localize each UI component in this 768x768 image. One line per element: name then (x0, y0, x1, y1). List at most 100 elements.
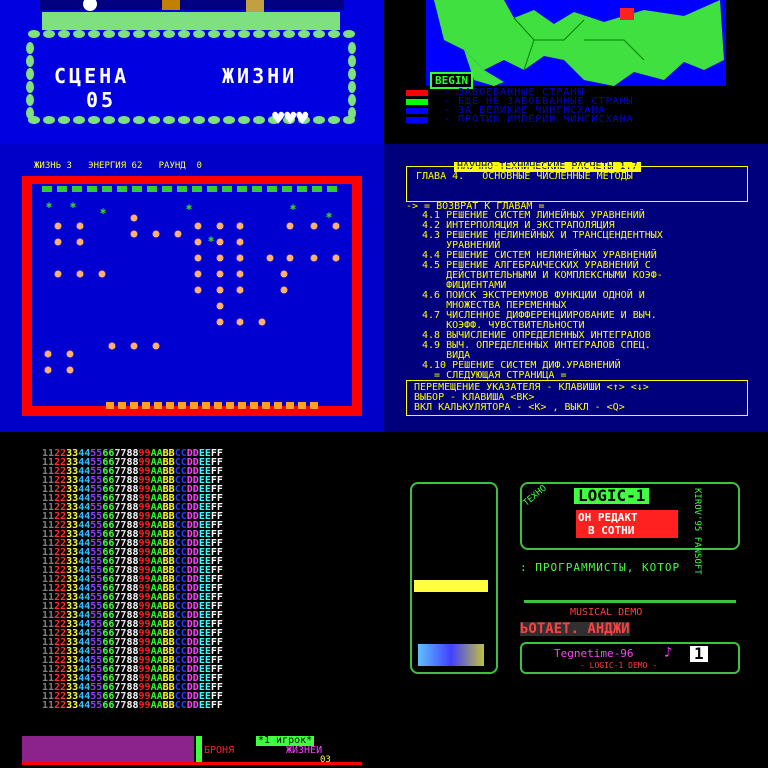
chain-link (26, 94, 34, 106)
brick (207, 186, 217, 192)
chain-link (133, 30, 145, 38)
lives-label: ЖИЗНИ (222, 64, 298, 88)
brick (57, 186, 67, 192)
test-row: 112233445566778899AABBCCDDEEFF (42, 646, 223, 657)
paddle-block (238, 402, 246, 409)
chain-link (348, 55, 356, 67)
plant-sprite: ✱ (46, 200, 52, 211)
chain-link (133, 116, 145, 124)
side-text: KIROV'95 FANSOFT (692, 488, 702, 575)
enemy-sprite (236, 222, 244, 230)
playfield: ✱ ✱ ✱ ✱ ✱ ✱ ✱ (22, 176, 362, 416)
test-row: 112233445566778899AABBCCDDEEFF (42, 448, 223, 459)
enemy-sprite (236, 270, 244, 278)
brick (102, 186, 112, 192)
chain-link (313, 116, 325, 124)
enemy-sprite (216, 318, 224, 326)
demo-panel: ТЕХНО LOGIC-1 ОН РЕДАКТ В СОТНИ KIROV'95… (384, 432, 768, 768)
test-row: 112233445566778899AABBCCDDEEFF (42, 565, 223, 576)
divider (196, 736, 202, 762)
chain-link (348, 68, 356, 80)
enemy-sprite (258, 318, 266, 326)
test-row: 112233445566778899AABBCCDDEEFF (42, 556, 223, 567)
heart-icon: ♥ (296, 106, 309, 130)
test-glyph: F (216, 700, 223, 711)
enemy-sprite (76, 222, 84, 230)
paddle-block (274, 402, 282, 409)
chain-link (26, 81, 34, 93)
chain-link (73, 116, 85, 124)
chain-link (26, 107, 34, 119)
bottom-line (22, 762, 362, 765)
chain-link (148, 116, 160, 124)
enemy-sprite (54, 222, 62, 230)
brick (267, 186, 277, 192)
chain-link (73, 30, 85, 38)
brick (252, 186, 262, 192)
brick (162, 186, 172, 192)
test-row: 112233445566778899AABBCCDDEEFF (42, 520, 223, 531)
test-row: 112233445566778899AABBCCDDEEFF (42, 511, 223, 522)
enemy-sprite (216, 270, 224, 278)
brick (177, 186, 187, 192)
brick (147, 186, 157, 192)
test-row: 112233445566778899AABBCCDDEEFF (42, 592, 223, 603)
heart-icon: ♥ (284, 106, 297, 130)
test-row: 112233445566778899AABBCCDDEEFF (42, 538, 223, 549)
enemy-sprite (130, 230, 138, 238)
enemy-sprite (152, 342, 160, 350)
chain-link (28, 30, 40, 38)
lives-hearts: ♥♥♥ (224, 88, 308, 148)
chain-link (103, 116, 115, 124)
enemy-sprite (236, 238, 244, 246)
test-row: 112233445566778899AABBCCDDEEFF (42, 574, 223, 585)
brick (87, 186, 97, 192)
enemy-sprite (216, 238, 224, 246)
chain-link (43, 30, 55, 38)
brick (117, 186, 127, 192)
enemy-sprite (310, 254, 318, 262)
legend-label: - ПРОТИВ ИМПЕРИИ ЧИНГИСХАНА (444, 114, 634, 125)
chain-link (193, 116, 205, 124)
arcade-panel: ЖИЗНЬ 3 ЭНЕРГИЯ 62 РАУНД 0 ✱ ✱ ✱ ✱ ✱ ✱ ✱ (0, 144, 384, 432)
chain-link (328, 116, 340, 124)
logo-text: LOGIC-1 (574, 488, 650, 504)
chain-link (208, 116, 220, 124)
paddle-block (130, 402, 138, 409)
chain-link (26, 42, 34, 54)
plant-sprite: ✱ (70, 200, 76, 211)
chain-link (26, 55, 34, 67)
paddle-block (298, 402, 306, 409)
chain-link (268, 30, 280, 38)
enemy-sprite (152, 230, 160, 238)
chain-link (178, 116, 190, 124)
chain-link (58, 116, 70, 124)
scroller-text-2: ЬОТАЕТ. АНДЖИ (520, 621, 630, 637)
chapter-title: ГЛАВА 4. ОСНОВНЫЕ ЧИСЛЕННЫЕ МЕТОДЫ (416, 171, 633, 182)
chain-link (178, 30, 190, 38)
enemy-sprite (44, 350, 52, 358)
paddle-block (214, 402, 222, 409)
enemy-sprite (332, 254, 340, 262)
enemy-sprite (130, 214, 138, 222)
separator (524, 600, 736, 603)
test-row: 112233445566778899AABBCCDDEEFF (42, 628, 223, 639)
enemy-sprite (66, 366, 74, 374)
banner-line-1: ОН РЕДАКТ (578, 511, 638, 524)
chain-link (26, 68, 34, 80)
plant-sprite: ✱ (100, 206, 106, 217)
paddle-block (106, 402, 114, 409)
enemy-sprite (280, 270, 288, 278)
test-row: 112233445566778899AABBCCDDEEFF (42, 682, 223, 693)
chain-link (298, 30, 310, 38)
chain-link (283, 30, 295, 38)
enemy-sprite (108, 342, 116, 350)
enemy-sprite (194, 254, 202, 262)
chain-link (58, 30, 70, 38)
sprite-spider (162, 0, 180, 10)
conquered-country (620, 8, 634, 20)
enemy-sprite (236, 254, 244, 262)
paddle-block (118, 402, 126, 409)
test-row: 112233445566778899AABBCCDDEEFF (42, 529, 223, 540)
chain-link (343, 30, 355, 38)
